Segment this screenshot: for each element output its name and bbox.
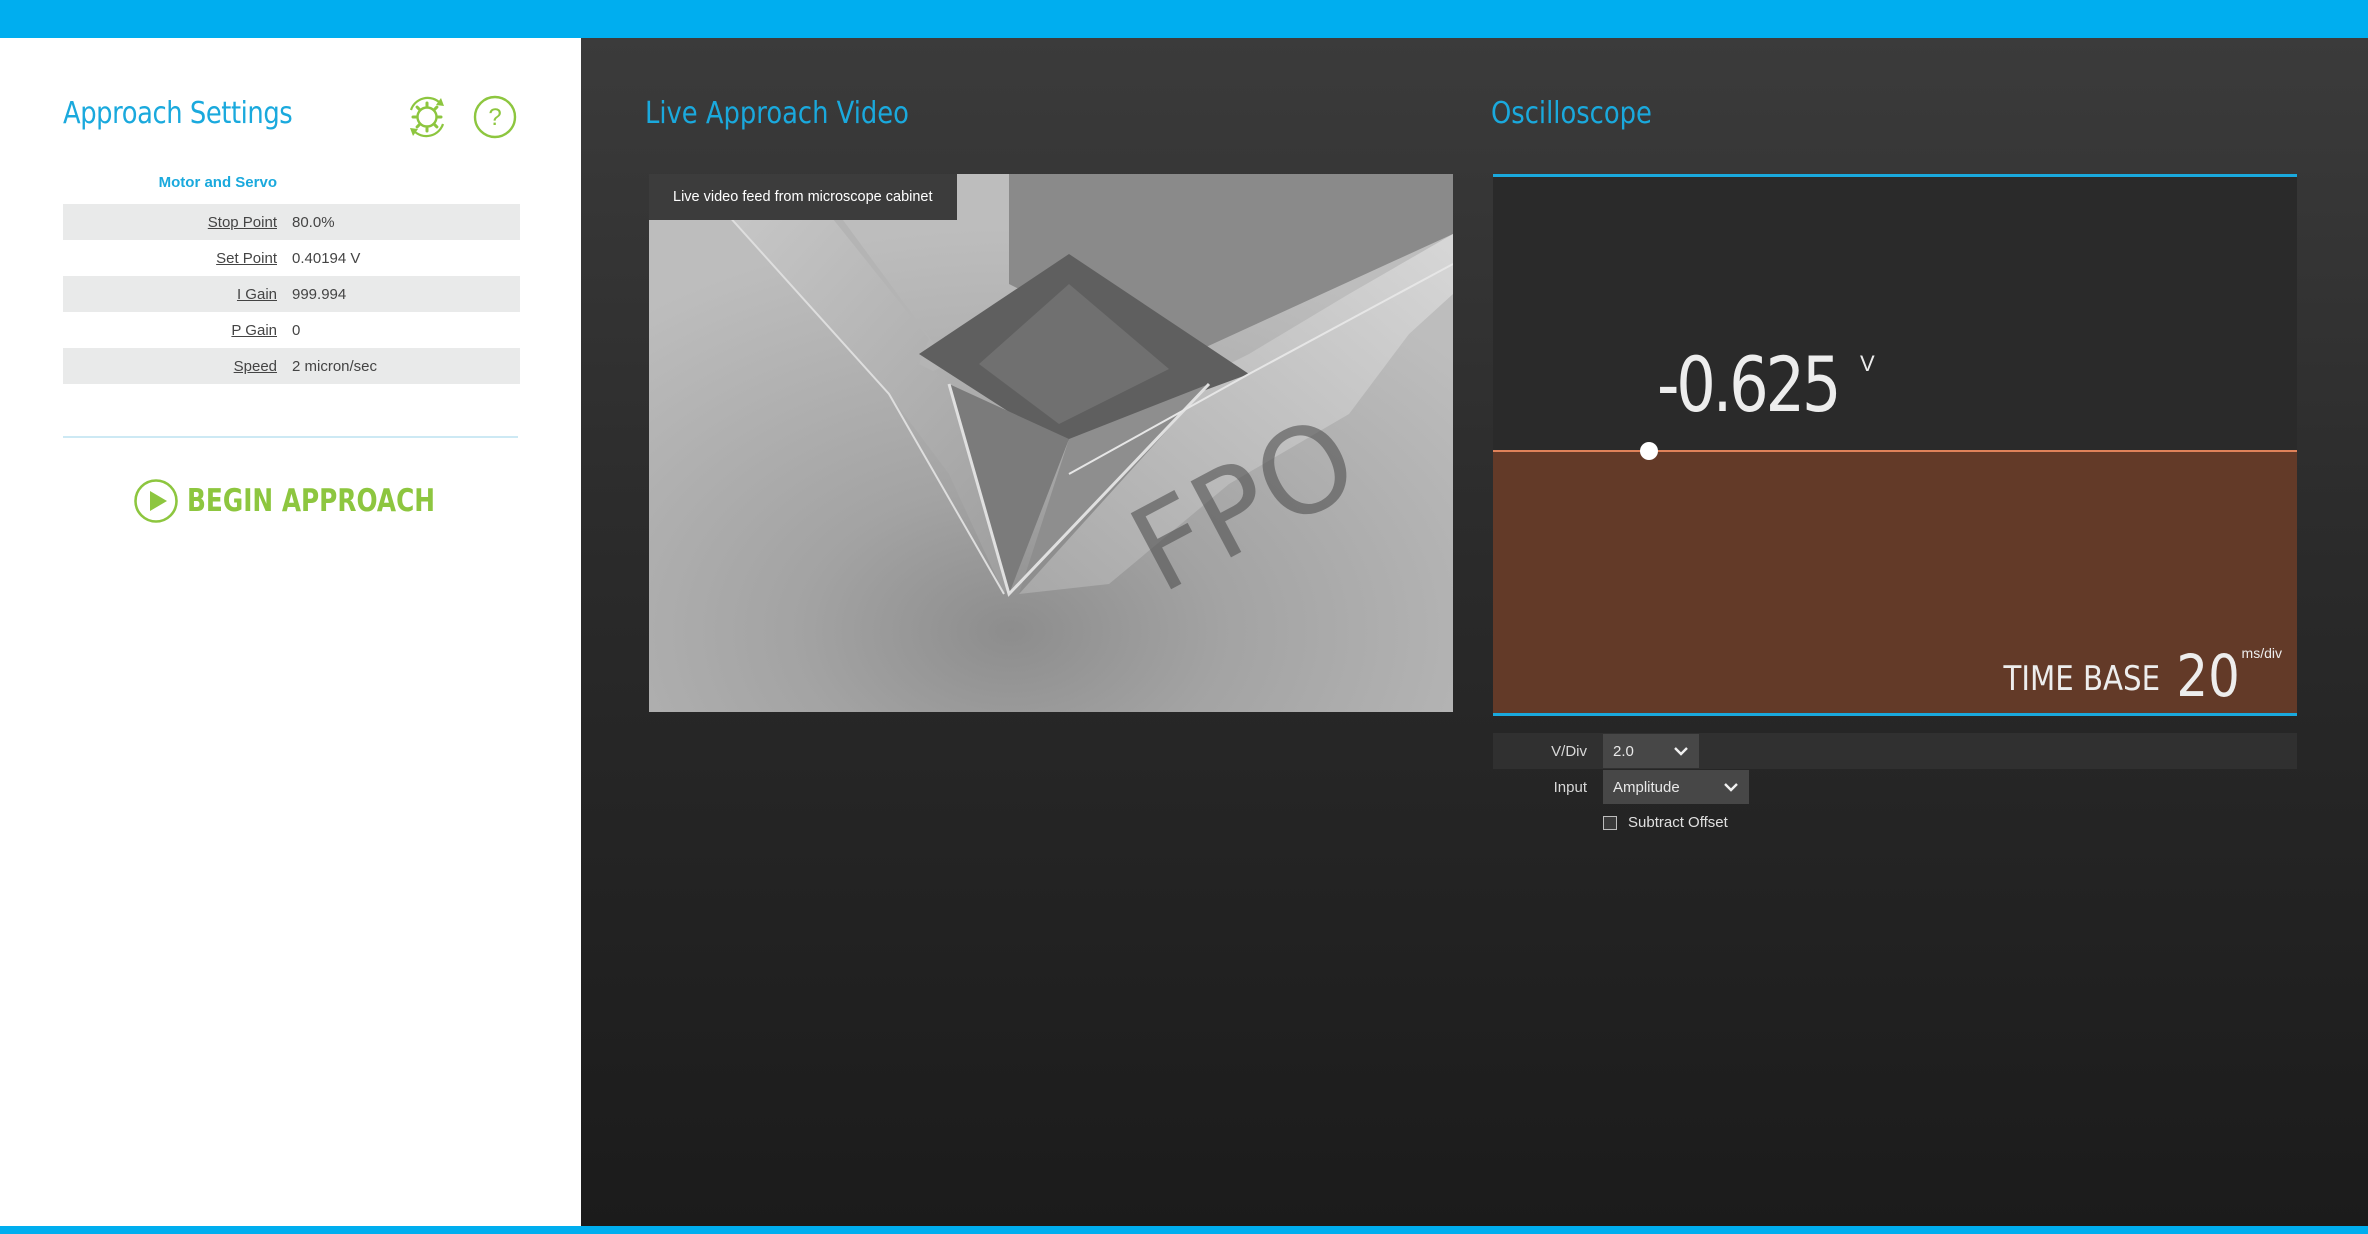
subtract-offset-label: Subtract Offset xyxy=(1628,814,1728,831)
setting-row-i-gain: I Gain 999.994 xyxy=(63,276,520,312)
voltage-unit: V xyxy=(1860,351,1875,376)
setting-row-set-point: Set Point 0.40194 V xyxy=(63,240,520,276)
timebase-value: 20 xyxy=(2176,642,2240,710)
section-label-motor-servo: Motor and Servo xyxy=(158,174,277,191)
vdiv-selected-value: 2.0 xyxy=(1613,742,1634,760)
vdiv-select[interactable]: 2.0 xyxy=(1603,734,1699,768)
subtract-offset-checkbox[interactable] xyxy=(1603,815,1617,830)
help-icon[interactable]: ? xyxy=(472,94,518,140)
live-video-feed[interactable]: FPO Live video feed from microscope cabi… xyxy=(649,174,1453,712)
begin-approach-button[interactable]: BEGIN APPROACH xyxy=(133,478,497,524)
settings-cycle-icon[interactable] xyxy=(404,94,450,140)
play-circle-icon xyxy=(134,479,178,523)
live-video-title: Live Approach Video xyxy=(645,96,909,131)
setting-row-p-gain: P Gain 0 xyxy=(63,312,520,348)
input-row: Input Amplitude xyxy=(1493,769,2297,805)
oscilloscope-display: -0.625 V TIME BASE 20 ms/div xyxy=(1493,174,2297,716)
setting-value: 0 xyxy=(292,321,301,339)
setting-value: 80.0% xyxy=(292,213,335,231)
main-dark-area: Live Approach Video Oscilloscope FPO Liv… xyxy=(581,38,2368,1226)
input-label: Input xyxy=(1553,778,1587,796)
setting-row-speed: Speed 2 micron/sec xyxy=(63,348,520,384)
microscope-image xyxy=(649,174,1453,712)
input-select[interactable]: Amplitude xyxy=(1603,770,1749,804)
setting-label[interactable]: Stop Point xyxy=(63,214,277,231)
setting-row-stop-point: Stop Point 80.0% xyxy=(63,204,520,240)
setting-label[interactable]: I Gain xyxy=(63,286,277,303)
setting-label[interactable]: Speed xyxy=(63,358,277,375)
scope-level-handle[interactable] xyxy=(1640,442,1658,460)
chevron-down-icon xyxy=(1724,783,1738,792)
top-accent-bar xyxy=(0,0,2368,38)
vdiv-row: V/Div 2.0 xyxy=(1493,733,2297,769)
setting-label[interactable]: Set Point xyxy=(63,250,277,267)
svg-text:?: ? xyxy=(488,104,501,131)
setting-value: 0.40194 V xyxy=(292,249,361,267)
voltage-readout: -0.625 V xyxy=(1657,347,1875,423)
subtract-offset-option[interactable]: Subtract Offset xyxy=(1603,814,1728,831)
setting-value: 2 micron/sec xyxy=(292,357,378,375)
bottom-accent-bar xyxy=(0,1226,2368,1234)
approach-settings-title: Approach Settings xyxy=(63,96,293,131)
approach-settings-panel: Approach Settings ? Motor and Servo Stop… xyxy=(0,38,581,1226)
settings-list: Stop Point 80.0% Set Point 0.40194 V I G… xyxy=(63,204,520,384)
input-selected-value: Amplitude xyxy=(1613,778,1680,796)
oscilloscope-title: Oscilloscope xyxy=(1491,96,1652,131)
setting-label[interactable]: P Gain xyxy=(63,322,277,339)
voltage-value: -0.625 xyxy=(1657,340,1841,429)
timebase-unit: ms/div xyxy=(2241,645,2282,661)
chevron-down-icon xyxy=(1674,747,1688,756)
begin-approach-label: BEGIN APPROACH xyxy=(187,483,436,519)
timebase-readout: TIME BASE 20 ms/div xyxy=(1978,642,2282,710)
divider xyxy=(63,436,518,438)
video-caption: Live video feed from microscope cabinet xyxy=(649,174,957,220)
vdiv-label: V/Div xyxy=(1551,742,1587,760)
setting-value: 999.994 xyxy=(292,285,347,303)
timebase-label: TIME BASE xyxy=(2003,659,2160,699)
